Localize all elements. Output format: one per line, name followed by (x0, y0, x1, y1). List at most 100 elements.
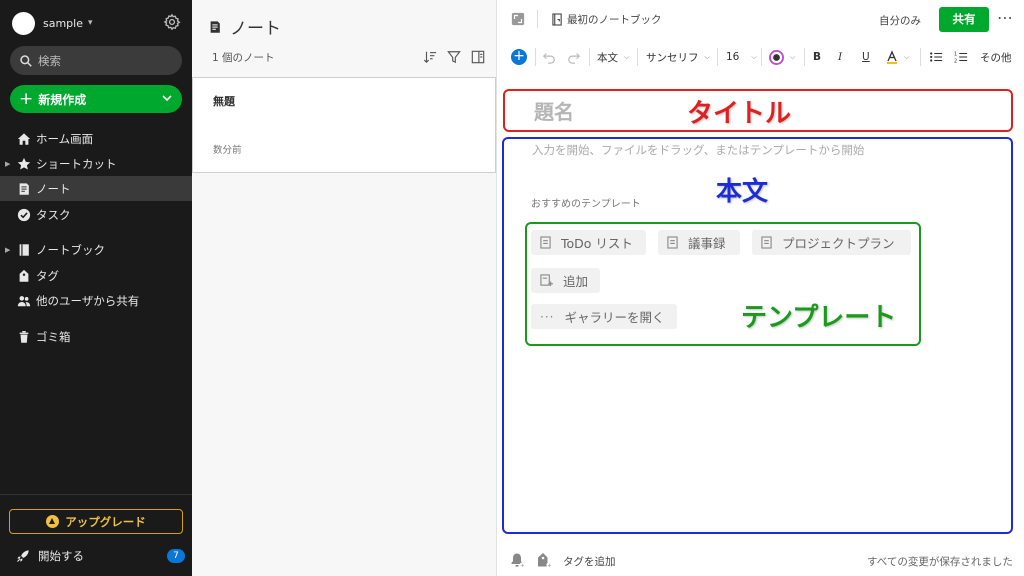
chevron-down-icon: ⌵ (904, 52, 910, 61)
reminder-bell-icon[interactable]: + (509, 552, 525, 568)
bold-icon[interactable]: B (813, 44, 821, 70)
star-icon (17, 157, 31, 170)
note-list-panel: ノート 1 個のノート 無題 数分前 (192, 0, 497, 576)
numbered-list-icon[interactable]: 12 (954, 50, 968, 64)
sidebar-item-label: ホーム画面 (36, 131, 94, 146)
sidebar-item-label: ノート (36, 181, 71, 196)
chevron-down-icon: ⌵ (624, 52, 630, 61)
sidebar-item-shortcuts[interactable]: ▶ ショートカット (0, 151, 192, 176)
text-color-dropdown[interactable]: ⌵ (769, 44, 795, 70)
sidebar-item-notes[interactable]: ノート (0, 176, 192, 201)
bullet-list-icon[interactable] (929, 50, 943, 64)
annotation-label-template: テンプレート (741, 303, 897, 333)
account-switcher[interactable]: sample ▾ (12, 11, 93, 35)
sidebar-item-trash[interactable]: ゴミ箱 (0, 324, 192, 349)
upgrade-button[interactable]: アップグレード (9, 509, 183, 534)
filter-icon[interactable] (447, 50, 461, 64)
search-input[interactable] (38, 53, 168, 68)
highlight-dropdown[interactable]: ⌵ (886, 44, 909, 70)
svg-text:2: 2 (954, 58, 957, 64)
template-add[interactable]: 追加 (531, 268, 600, 293)
sidebar-item-shared[interactable]: 他のユーザから共有 (0, 288, 192, 313)
notification-badge: 7 (167, 549, 185, 563)
avatar (12, 11, 35, 35)
account-name: sample (43, 16, 83, 30)
visibility-status[interactable]: 自分のみ (879, 13, 921, 28)
template-label: 追加 (563, 274, 589, 289)
sidebar-item-tags[interactable]: タグ (0, 263, 192, 288)
svg-text:1: 1 (954, 51, 957, 57)
underline-icon[interactable]: U (862, 44, 870, 70)
recommended-templates-label: おすすめのテンプレート (531, 199, 641, 210)
undo-icon[interactable] (542, 50, 556, 64)
divider (761, 48, 762, 66)
template-icon (540, 236, 551, 249)
add-tag-label[interactable]: タグを追加 (563, 554, 616, 569)
font-size-dropdown[interactable]: 16 ⌵ (726, 44, 757, 70)
chevron-down-icon: ▾ (88, 18, 93, 28)
note-card[interactable]: 無題 数分前 (192, 77, 496, 173)
note-body-placeholder[interactable]: 入力を開始、ファイルをドラッグ、またはテンプレートから開始 (532, 142, 864, 158)
divider (717, 48, 718, 66)
get-started-button[interactable]: 開始する (16, 548, 84, 564)
sidebar-item-label: ノートブック (36, 242, 105, 257)
caret-right-icon[interactable]: ▶ (5, 246, 10, 254)
template-todo-list[interactable]: ToDo リスト (531, 230, 646, 255)
redo-icon[interactable] (567, 50, 581, 64)
note-card-title: 無題 (213, 95, 235, 108)
italic-icon[interactable]: I (838, 44, 842, 70)
sort-icon[interactable] (423, 50, 437, 64)
note-count: 1 個のノート (212, 52, 275, 64)
rocket-icon (17, 550, 29, 562)
trash-icon (19, 331, 29, 343)
more-format-dropdown[interactable]: その他 (980, 44, 1012, 70)
chevron-down-icon: ⌵ (704, 52, 710, 61)
format-toolbar: + 本文 ⌵ サンセリフ ⌵ 16 ⌵ ⌵ B I U ⌵ 12 その他 (497, 44, 1024, 70)
open-gallery-button[interactable]: ··· ギャラリーを開く (531, 304, 677, 329)
annotation-label-body: 本文 (716, 177, 769, 207)
expand-icon[interactable] (511, 12, 525, 26)
gear-icon[interactable] (163, 13, 181, 31)
new-note-button[interactable]: + 新規作成 (10, 85, 182, 113)
search-box[interactable] (10, 46, 182, 75)
sidebar-item-label: タスク (36, 207, 71, 222)
upgrade-icon (46, 515, 60, 528)
upgrade-label: アップグレード (65, 514, 146, 529)
share-button[interactable]: 共有 (939, 7, 989, 32)
chevron-down-icon[interactable] (161, 92, 173, 104)
plus-icon: + (19, 88, 34, 109)
highlight-icon (887, 50, 897, 64)
text-style-dropdown[interactable]: 本文 ⌵ (597, 44, 629, 70)
editor-header: 最初のノートブック 自分のみ 共有 ⋯ (497, 0, 1024, 40)
svg-text:+: + (547, 563, 551, 568)
sidebar-item-tasks[interactable]: タスク (0, 202, 192, 227)
new-note-label: 新規作成 (38, 92, 87, 107)
template-minutes[interactable]: 議事録 (658, 230, 740, 255)
font-value: サンセリフ (646, 51, 699, 64)
template-project-plan[interactable]: プロジェクトプラン (752, 230, 911, 255)
divider (537, 10, 538, 28)
notebook-icon (19, 244, 29, 256)
color-wheel-icon (769, 49, 784, 65)
notebook-selector[interactable]: 最初のノートブック (552, 12, 662, 27)
sidebar: sample ▾ + 新規作成 ホーム画面 ▶ ショートカット ノート タスク … (0, 0, 192, 576)
more-format-label: その他 (980, 51, 1012, 64)
chevron-down-icon: ⌵ (790, 52, 796, 61)
view-options-icon[interactable] (471, 50, 485, 64)
note-list-title: ノート (230, 19, 281, 39)
divider (589, 48, 590, 66)
font-dropdown[interactable]: サンセリフ ⌵ (646, 44, 710, 70)
notebook-move-icon (552, 13, 562, 26)
caret-right-icon[interactable]: ▶ (5, 160, 10, 168)
add-tag-icon[interactable]: + (536, 552, 552, 568)
sidebar-item-home[interactable]: ホーム画面 (0, 126, 192, 151)
sidebar-item-notebooks[interactable]: ▶ ノートブック (0, 237, 192, 262)
template-add-icon (540, 274, 553, 287)
divider (535, 48, 536, 66)
sidebar-item-label: 他のユーザから共有 (36, 293, 140, 308)
divider (637, 48, 638, 66)
insert-button[interactable]: + (511, 49, 527, 65)
more-options-icon[interactable]: ⋯ (997, 8, 1014, 27)
note-icon (210, 20, 220, 33)
template-label: ギャラリーを開く (564, 310, 665, 325)
